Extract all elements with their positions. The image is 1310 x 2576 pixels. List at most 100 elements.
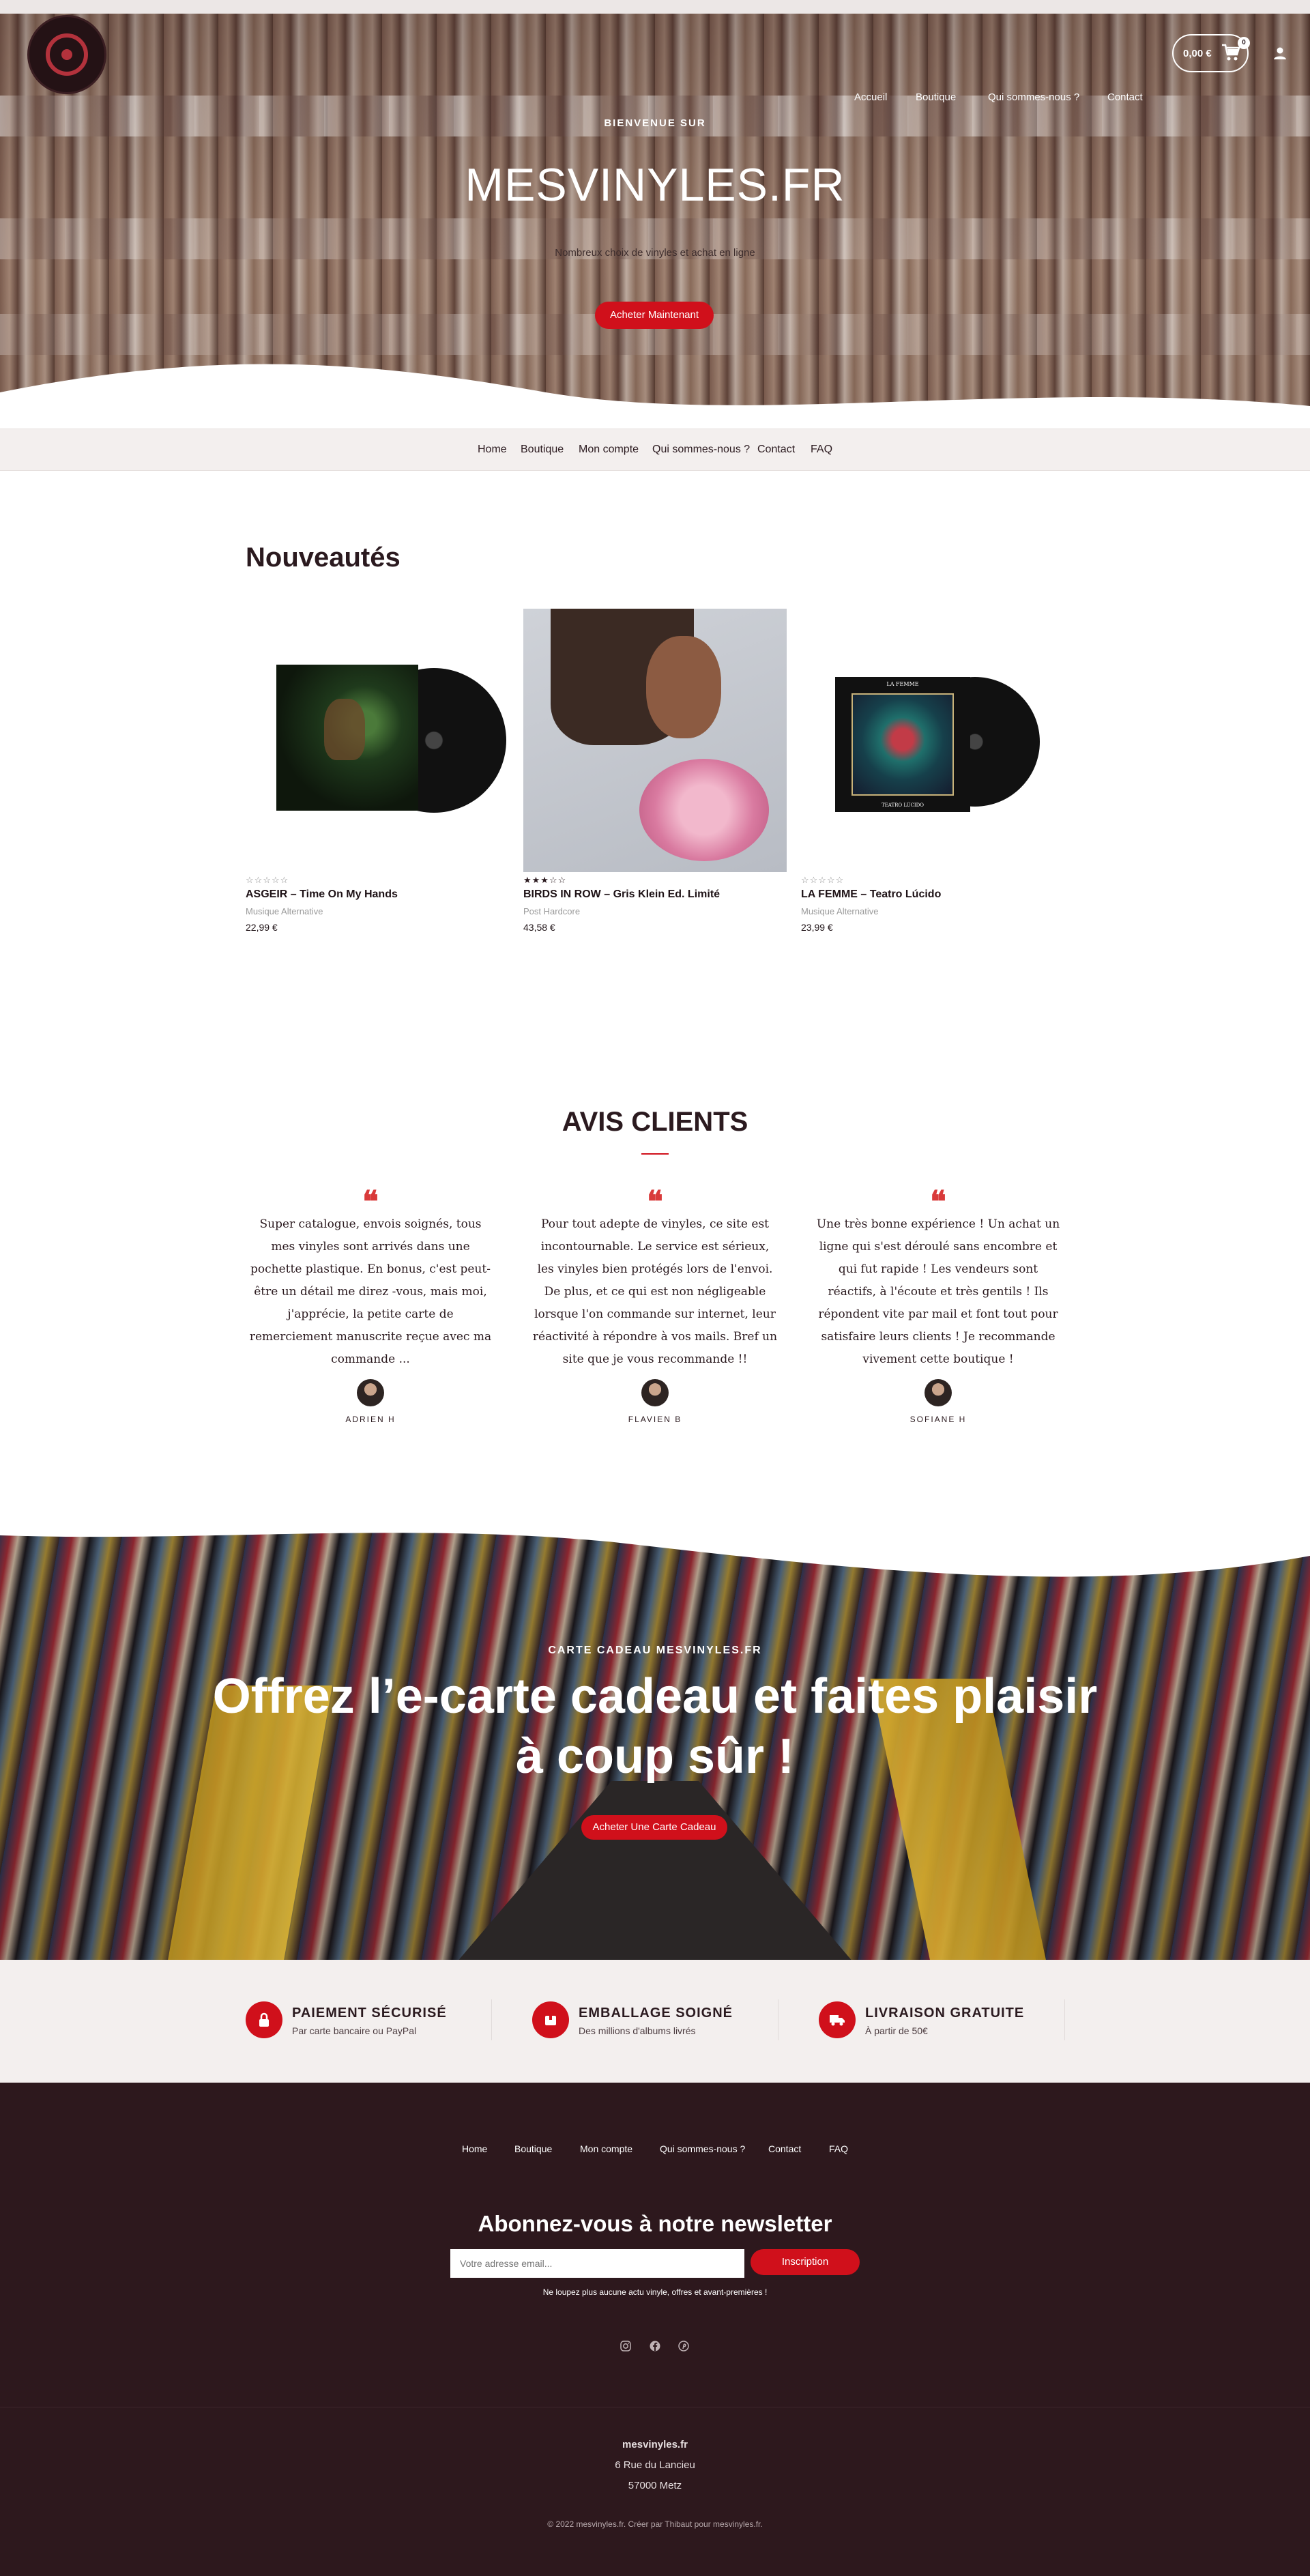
rating-stars: ☆☆☆☆☆	[801, 875, 845, 885]
reviewer-name: FLAVIEN B	[628, 1415, 682, 1424]
product-title[interactable]: BIRDS IN ROW – Gris Klein Ed. Limité	[523, 888, 787, 901]
subnav-faq[interactable]: FAQ	[811, 444, 832, 456]
top-strip	[0, 0, 1310, 14]
facebook-icon[interactable]	[648, 2339, 662, 2353]
review-card: ❝ Une très bonne expérience ! Un achat u…	[815, 1185, 1061, 1425]
reviewer-name: SOFIANE H	[909, 1415, 967, 1424]
divider	[491, 1999, 492, 2040]
newsletter-title: Abonnez-vous à notre newsletter	[478, 2211, 832, 2236]
secondary-nav: Home Boutique Mon compte Qui sommes-nous…	[0, 429, 1310, 471]
hero-subtitle: Nombreux choix de vinyles et achat en li…	[555, 247, 755, 259]
gift-card-banner: CARTE CADEAU MESVINYLES.FR Offrez l’e-ca…	[0, 1522, 1310, 1960]
footer-link-home[interactable]: Home	[462, 2143, 487, 2154]
avatar	[925, 1379, 952, 1406]
features-bar: PAIEMENT SÉCURISÉ Par carte bancaire ou …	[0, 1960, 1310, 2083]
footer: Home Boutique Mon compte Qui sommes-nous…	[0, 2083, 1310, 2576]
store-aisle	[437, 1781, 873, 1960]
footer-link-contact[interactable]: Contact	[768, 2143, 801, 2154]
pinterest-icon[interactable]	[677, 2339, 690, 2353]
divider	[1064, 1999, 1065, 2040]
hero-wave	[0, 364, 1310, 426]
product-category[interactable]: Musique Alternative	[246, 906, 509, 916]
product-card[interactable]: LA FEMME TEATRO LÚCIDO ☆☆☆☆☆ LA FEMME – …	[801, 609, 1064, 933]
nav-accueil[interactable]: Accueil	[854, 91, 887, 103]
feature-subtitle: Par carte bancaire ou PayPal	[292, 2025, 417, 2036]
rating-stars: ★★★☆☆	[523, 875, 567, 885]
subnav-contact[interactable]: Contact	[757, 444, 795, 456]
product-price: 23,99 €	[801, 922, 833, 933]
footer-company-name: mesvinyles.fr	[622, 2439, 688, 2450]
reviewer-name: ADRIEN H	[345, 1415, 396, 1424]
quote-icon: ❝	[930, 1185, 946, 1219]
cover-text-bottom: TEATRO LÚCIDO	[882, 802, 924, 808]
product-image[interactable]: LA FEMME TEATRO LÚCIDO	[801, 609, 1064, 872]
subnav-qui-sommes-nous[interactable]: Qui sommes-nous ?	[652, 444, 750, 456]
cart-button[interactable]: 0,00 €	[1172, 34, 1249, 72]
newsletter-subscribe-button[interactable]: Inscription	[751, 2249, 860, 2275]
nav-contact[interactable]: Contact	[1107, 91, 1143, 103]
subnav-boutique[interactable]: Boutique	[521, 444, 564, 456]
truck-icon	[819, 2001, 856, 2038]
feature-subtitle: À partir de 50€	[865, 2025, 928, 2036]
nav-boutique[interactable]: Boutique	[916, 91, 956, 103]
review-card: ❝ Pour tout adepte de vinyles, ce site e…	[532, 1185, 778, 1425]
product-price: 22,99 €	[246, 922, 278, 933]
footer-link-faq[interactable]: FAQ	[829, 2143, 848, 2154]
user-account-icon[interactable]	[1273, 46, 1287, 60]
gift-title: Offrez l’e-carte cadeau et faites plaisi…	[212, 1669, 1098, 1784]
product-card[interactable]: ★★★☆☆ BIRDS IN ROW – Gris Klein Ed. Limi…	[523, 609, 787, 933]
product-title[interactable]: ASGEIR – Time On My Hands	[246, 888, 509, 901]
cart-count-badge: 0	[1238, 37, 1250, 49]
gift-eyebrow: CARTE CADEAU MESVINYLES.FR	[548, 1645, 762, 1656]
product-category[interactable]: Musique Alternative	[801, 906, 1064, 916]
review-text: Pour tout adepte de vinyles, ce site est…	[532, 1217, 778, 1366]
reviews-title: AVIS CLIENTS	[562, 1107, 748, 1137]
site-logo[interactable]	[27, 15, 106, 94]
review-text: Une très bonne expérience ! Un achat un …	[816, 1217, 1060, 1366]
quote-icon: ❝	[647, 1185, 663, 1219]
product-price: 43,58 €	[523, 922, 555, 933]
footer-link-qui-sommes-nous[interactable]: Qui sommes-nous ?	[660, 2143, 745, 2154]
footer-city: 57000 Metz	[628, 2480, 682, 2491]
newsletter-email-input[interactable]	[450, 2249, 744, 2278]
hero-title: MESVINYLES.FR	[465, 159, 845, 211]
hero-banner	[0, 14, 1310, 426]
album-cover	[276, 665, 418, 811]
feature-title: EMBALLAGE SOIGNÉ	[579, 2006, 733, 2021]
subnav-mon-compte[interactable]: Mon compte	[579, 444, 639, 456]
cart-icon	[1222, 44, 1240, 61]
footer-street: 6 Rue du Lancieu	[615, 2459, 695, 2471]
rating-stars: ☆☆☆☆☆	[246, 875, 289, 885]
cart-total: 0,00 €	[1183, 47, 1212, 59]
product-title[interactable]: LA FEMME – Teatro Lúcido	[801, 888, 1064, 901]
subnav-home[interactable]: Home	[478, 444, 507, 456]
feature-title: PAIEMENT SÉCURISÉ	[292, 2006, 447, 2021]
product-image[interactable]	[246, 609, 509, 872]
footer-link-boutique[interactable]: Boutique	[514, 2143, 552, 2154]
product-image[interactable]	[523, 609, 787, 872]
buy-gift-card-button[interactable]: Acheter Une Carte Cadeau	[581, 1815, 727, 1840]
feature-title: LIVRAISON GRATUITE	[865, 2006, 1025, 2021]
new-products-title: Nouveautés	[246, 542, 401, 573]
title-underline	[641, 1153, 669, 1155]
feature-subtitle: Des millions d'albums livrés	[579, 2025, 696, 2036]
product-category[interactable]: Post Hardcore	[523, 906, 787, 916]
hero-eyebrow: BIENVENUE SUR	[604, 117, 706, 129]
package-icon	[532, 2001, 569, 2038]
cover-text-top: LA FEMME	[886, 681, 919, 687]
gift-wave	[0, 1522, 1310, 1577]
shop-now-button[interactable]: Acheter Maintenant	[595, 302, 714, 329]
copyright: © 2022 mesvinyles.fr. Créer par Thibaut …	[547, 2519, 763, 2529]
avatar	[357, 1379, 384, 1406]
newsletter-note: Ne loupez plus aucune actu vinyle, offre…	[542, 2287, 768, 2297]
review-text: Super catalogue, envois soignés, tous me…	[249, 1217, 492, 1366]
product-card[interactable]: ☆☆☆☆☆ ASGEIR – Time On My Hands Musique …	[246, 609, 509, 933]
avatar	[641, 1379, 669, 1406]
instagram-icon[interactable]	[619, 2339, 632, 2353]
footer-link-mon-compte[interactable]: Mon compte	[580, 2143, 632, 2154]
album-cover: LA FEMME TEATRO LÚCIDO	[835, 677, 970, 812]
quote-icon: ❝	[362, 1185, 379, 1219]
nav-qui-sommes-nous[interactable]: Qui sommes-nous ?	[988, 91, 1079, 103]
lock-icon	[246, 2001, 282, 2038]
vinyl-logo-icon	[46, 33, 88, 76]
